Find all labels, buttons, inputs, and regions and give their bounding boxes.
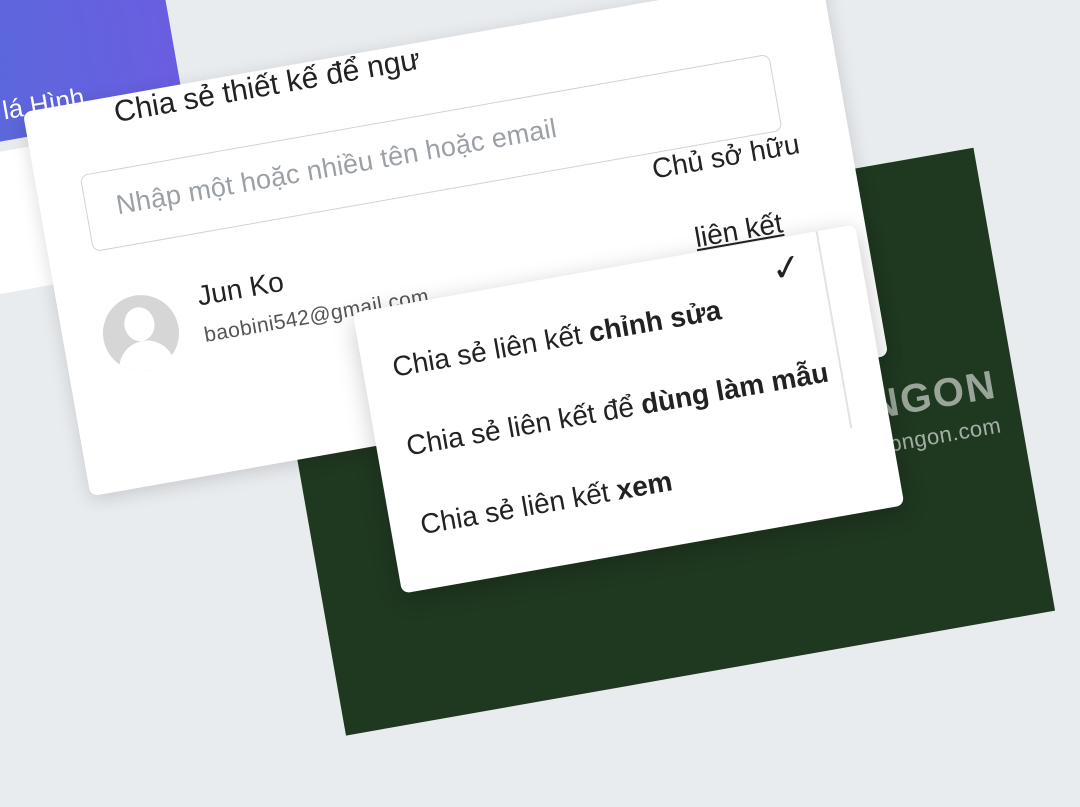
menu-item-template-bold: dùng làm mẫu: [638, 356, 831, 421]
menu-item-edit-bold: chỉnh sửa: [586, 294, 724, 349]
menu-item-edit[interactable]: Chia sẻ liên kết chỉnh sửa: [390, 294, 724, 383]
avatar-shoulders: [114, 336, 177, 378]
menu-item-view-prefix: Chia sẻ liên kết: [417, 475, 620, 541]
menu-item-view-bold: xem: [614, 465, 675, 506]
check-icon: ✓: [768, 244, 805, 291]
menu-item-edit-prefix: Chia sẻ liên kết: [390, 317, 592, 383]
menu-scrollbar[interactable]: [815, 231, 853, 429]
app-canvas: anh lá Hình APPNGON https://appngon.com …: [0, 0, 1080, 736]
menu-item-template[interactable]: Chia sẻ liên kết để dùng làm mẫu: [404, 357, 831, 463]
avatar: [96, 289, 186, 378]
user-name: Jun Ko: [194, 265, 286, 312]
menu-item-view[interactable]: Chia sẻ liên kết xem: [418, 465, 675, 541]
menu-item-template-prefix: Chia sẻ liên kết để: [403, 389, 644, 462]
avatar-head: [121, 304, 158, 344]
share-input-placeholder: Nhập một hoặc nhiều tên hoặc email: [113, 113, 559, 221]
